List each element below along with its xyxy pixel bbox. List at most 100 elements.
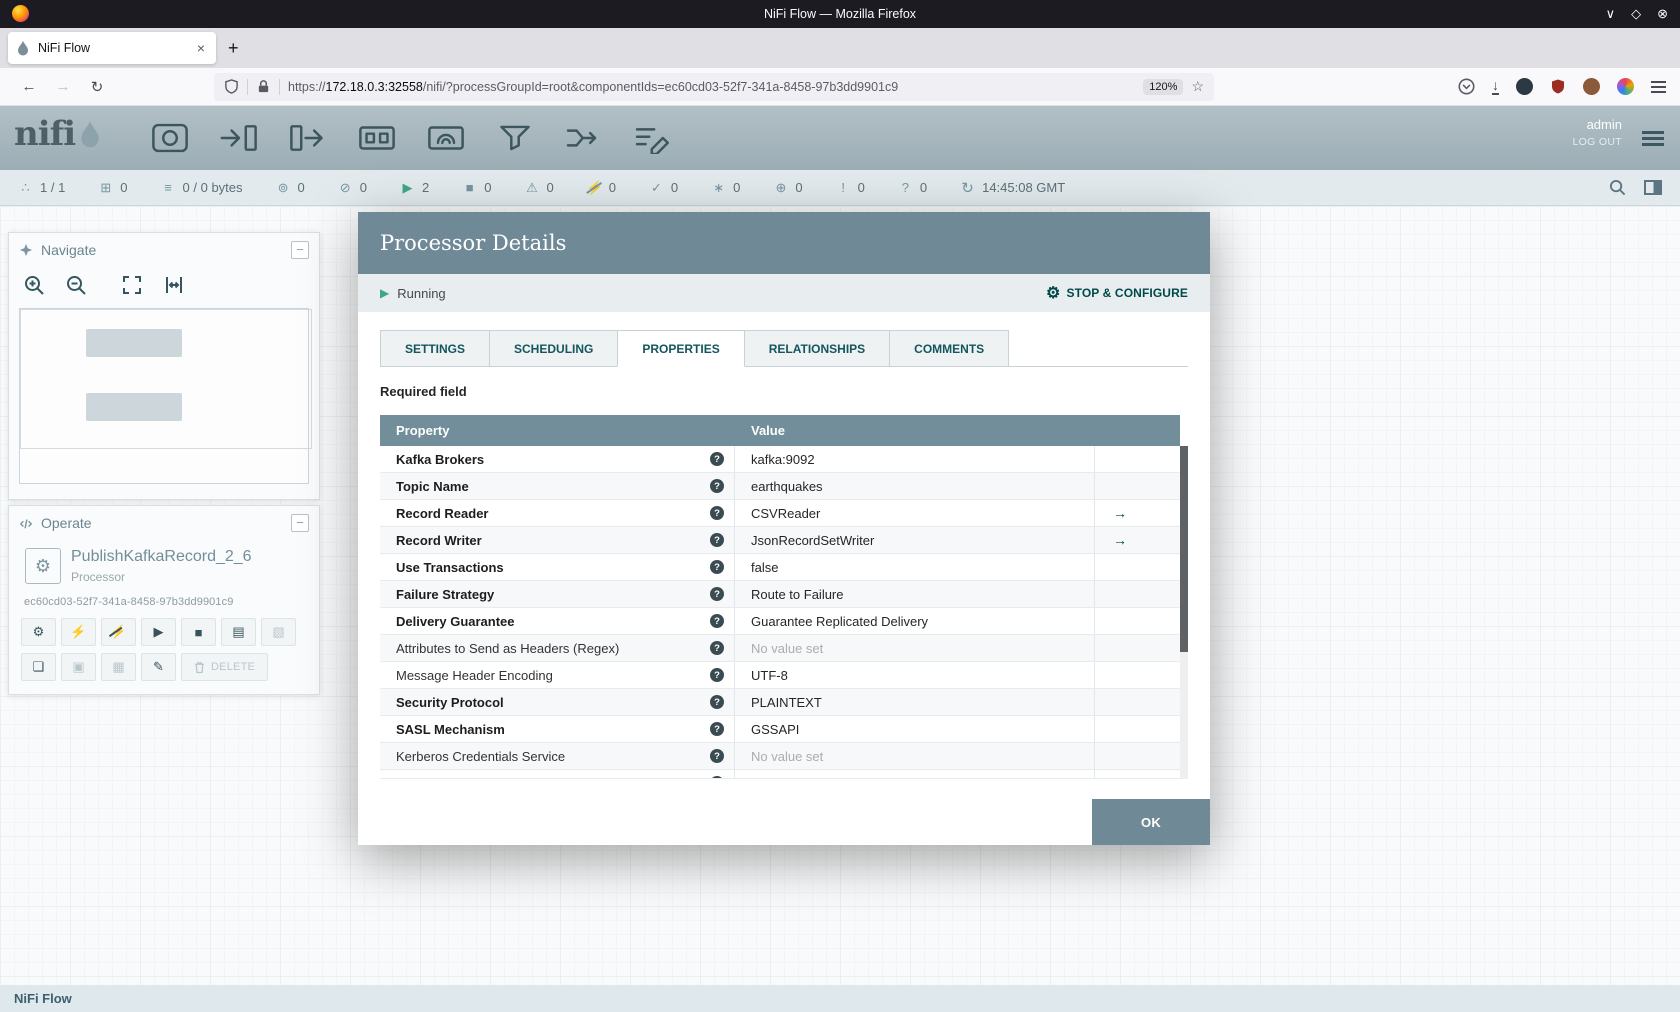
property-row[interactable]: Failure Strategy? Route to Failure bbox=[380, 581, 1180, 608]
property-value[interactable]: No value set bbox=[735, 635, 1095, 661]
dialog-tab-settings[interactable]: SETTINGS bbox=[380, 330, 491, 367]
shield-icon[interactable] bbox=[224, 79, 239, 94]
property-row[interactable]: SASL Mechanism? GSSAPI bbox=[380, 716, 1180, 743]
collapse-operate-button[interactable]: − bbox=[291, 514, 309, 532]
process-group-icon[interactable] bbox=[355, 120, 399, 156]
help-icon[interactable]: ? bbox=[710, 749, 724, 763]
property-row[interactable]: Attributes to Send as Headers (Regex)? No… bbox=[380, 635, 1180, 662]
property-row[interactable]: Security Protocol? PLAINTEXT bbox=[380, 689, 1180, 716]
property-row[interactable]: Kerberos Service Name? No value set bbox=[380, 770, 1180, 778]
stop-and-configure-button[interactable]: ⚙ STOP & CONFIGURE bbox=[1046, 283, 1188, 303]
property-value[interactable]: No value set bbox=[735, 743, 1095, 769]
help-icon[interactable]: ? bbox=[710, 668, 724, 682]
property-row[interactable]: Delivery Guarantee? Guarantee Replicated … bbox=[380, 608, 1180, 635]
delete-button[interactable]: DELETE bbox=[181, 653, 269, 681]
help-icon[interactable]: ? bbox=[710, 722, 724, 736]
property-value[interactable]: Guarantee Replicated Delivery bbox=[735, 608, 1095, 634]
downloads-icon[interactable]: ↓ bbox=[1492, 78, 1499, 95]
property-row[interactable]: Use Transactions? false bbox=[380, 554, 1180, 581]
property-value[interactable]: false bbox=[735, 554, 1095, 580]
property-value[interactable]: JsonRecordSetWriter bbox=[735, 527, 1095, 553]
upload-template-button[interactable]: ▧ bbox=[261, 618, 296, 646]
property-value[interactable]: GSSAPI bbox=[735, 716, 1095, 742]
zoom-level-badge[interactable]: 120% bbox=[1143, 78, 1184, 95]
property-value[interactable]: CSVReader bbox=[735, 500, 1095, 526]
window-close-icon[interactable]: ⊗ bbox=[1657, 6, 1668, 22]
window-minimize-icon[interactable]: ∨ bbox=[1606, 6, 1616, 22]
logout-link[interactable]: LOG OUT bbox=[1573, 136, 1622, 148]
zoom-fit-button[interactable] bbox=[119, 272, 145, 298]
property-row[interactable]: Message Header Encoding? UTF-8 bbox=[380, 662, 1180, 689]
help-icon[interactable]: ? bbox=[710, 641, 724, 655]
panel-toggle-icon[interactable] bbox=[1644, 180, 1662, 195]
disable-button[interactable]: ⚡ bbox=[101, 618, 136, 646]
template-icon[interactable] bbox=[562, 120, 606, 156]
funnel-icon[interactable] bbox=[493, 120, 537, 156]
help-icon[interactable]: ? bbox=[710, 614, 724, 628]
group-button[interactable]: ▦ bbox=[101, 653, 136, 681]
dialog-tab-comments[interactable]: COMMENTS bbox=[889, 330, 1010, 367]
window-maximize-icon[interactable]: ◇ bbox=[1631, 6, 1641, 22]
output-port-icon[interactable] bbox=[286, 120, 330, 156]
bookmark-star-icon[interactable]: ☆ bbox=[1191, 78, 1204, 95]
property-row[interactable]: Kafka Brokers? kafka:9092 bbox=[380, 446, 1180, 473]
property-value[interactable]: No value set bbox=[735, 770, 1095, 778]
birdseye-minimap[interactable] bbox=[19, 308, 312, 484]
forward-button[interactable]: → bbox=[46, 78, 80, 95]
url-bar[interactable]: https://172.18.0.3:32558/nifi/?processGr… bbox=[214, 72, 1214, 101]
global-menu-button[interactable] bbox=[1642, 128, 1664, 149]
property-value[interactable]: earthquakes bbox=[735, 473, 1095, 499]
help-icon[interactable]: ? bbox=[710, 506, 724, 520]
property-value[interactable]: UTF-8 bbox=[735, 662, 1095, 688]
input-port-icon[interactable] bbox=[217, 120, 261, 156]
lock-icon[interactable] bbox=[256, 79, 271, 94]
dialog-tab-properties[interactable]: PROPERTIES bbox=[617, 330, 745, 367]
help-icon[interactable]: ? bbox=[710, 452, 724, 466]
property-row[interactable]: Record Writer? JsonRecordSetWriter → bbox=[380, 527, 1180, 554]
refresh-status[interactable]: ↻ 14:45:08 GMT bbox=[960, 179, 1065, 197]
back-button[interactable]: ← bbox=[12, 78, 46, 95]
ok-button[interactable]: OK bbox=[1092, 799, 1210, 845]
property-row[interactable]: Topic Name? earthquakes bbox=[380, 473, 1180, 500]
label-icon[interactable] bbox=[631, 120, 675, 156]
extension-icon-3[interactable] bbox=[1583, 78, 1600, 95]
zoom-in-button[interactable] bbox=[21, 272, 47, 298]
refresh-icon[interactable]: ↻ bbox=[960, 179, 975, 197]
pocket-icon[interactable] bbox=[1458, 78, 1475, 95]
dialog-tab-scheduling[interactable]: SCHEDULING bbox=[489, 330, 619, 367]
url-text[interactable]: https://172.18.0.3:32558/nifi/?processGr… bbox=[288, 80, 1143, 94]
help-icon[interactable]: ? bbox=[710, 776, 724, 778]
tab-close-icon[interactable]: × bbox=[194, 40, 208, 56]
extension-icon-1[interactable] bbox=[1516, 78, 1533, 95]
enable-button[interactable]: ⚡ bbox=[61, 618, 96, 646]
table-scrollbar[interactable] bbox=[1180, 446, 1188, 779]
help-icon[interactable]: ? bbox=[710, 587, 724, 601]
property-value[interactable]: PLAINTEXT bbox=[735, 689, 1095, 715]
fill-color-button[interactable]: ✎ bbox=[141, 653, 176, 681]
property-value[interactable]: kafka:9092 bbox=[735, 446, 1095, 472]
start-button[interactable]: ▶ bbox=[141, 618, 176, 646]
help-icon[interactable]: ? bbox=[710, 479, 724, 493]
actual-size-button[interactable] bbox=[161, 272, 187, 298]
go-to-service-icon[interactable]: → bbox=[1113, 505, 1127, 521]
property-value[interactable]: Route to Failure bbox=[735, 581, 1095, 607]
paste-button[interactable]: ▣ bbox=[61, 653, 96, 681]
menu-button[interactable] bbox=[1651, 78, 1666, 96]
extension-icon-2[interactable] bbox=[1550, 78, 1566, 95]
help-icon[interactable]: ? bbox=[710, 560, 724, 574]
table-scrollbar-thumb[interactable] bbox=[1180, 446, 1188, 652]
configure-button[interactable]: ⚙ bbox=[21, 618, 56, 646]
save-template-button[interactable]: ▤ bbox=[221, 618, 256, 646]
reload-button[interactable]: ↻ bbox=[80, 78, 114, 96]
new-tab-button[interactable]: + bbox=[228, 38, 239, 59]
go-to-service-icon[interactable]: → bbox=[1113, 532, 1127, 548]
property-row[interactable]: Kerberos Credentials Service? No value se… bbox=[380, 743, 1180, 770]
processor-icon[interactable] bbox=[148, 120, 192, 156]
browser-tab[interactable]: NiFi Flow × bbox=[8, 32, 216, 64]
help-icon[interactable]: ? bbox=[710, 533, 724, 547]
copy-button[interactable]: ❏ bbox=[21, 653, 56, 681]
property-row[interactable]: Record Reader? CSVReader → bbox=[380, 500, 1180, 527]
breadcrumb[interactable]: NiFi Flow bbox=[14, 991, 72, 1006]
collapse-navigate-button[interactable]: − bbox=[291, 241, 309, 259]
help-icon[interactable]: ? bbox=[710, 695, 724, 709]
